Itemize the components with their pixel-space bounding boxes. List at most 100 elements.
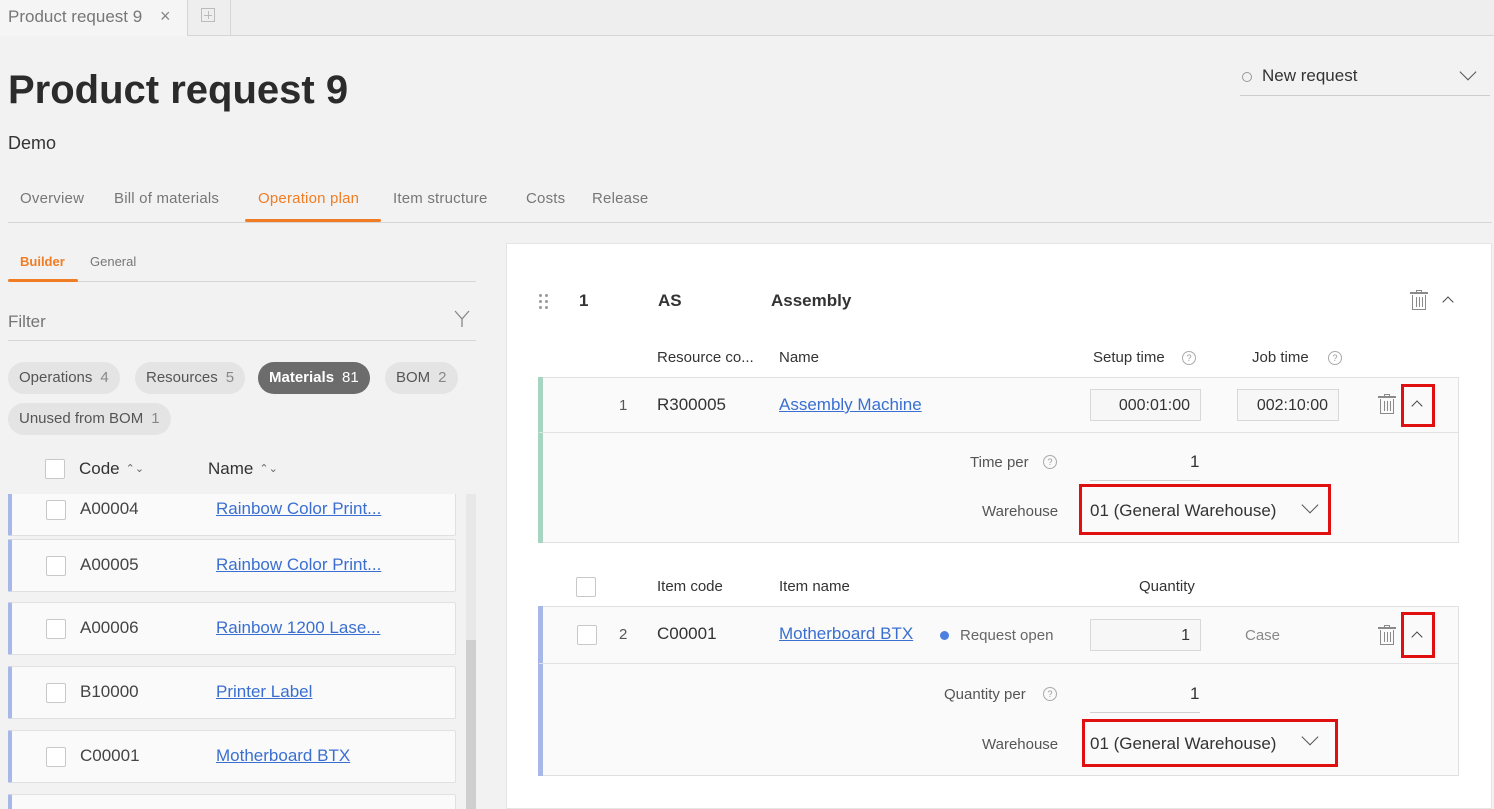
close-icon[interactable]: × xyxy=(160,6,171,27)
item-number: 2 xyxy=(619,626,628,643)
filter-icon[interactable] xyxy=(454,310,470,328)
page-subtitle: Demo xyxy=(8,133,57,153)
header-job-time: Job time xyxy=(1252,349,1309,366)
divider xyxy=(539,663,1458,664)
row-checkbox[interactable] xyxy=(46,500,66,520)
sub-tabs: Builder General xyxy=(8,245,476,282)
material-color-bar xyxy=(538,606,543,776)
chip-materials[interactable]: Materials 81 xyxy=(258,362,370,394)
tab-general[interactable]: General xyxy=(90,254,136,269)
list-item[interactable]: A00004 Rainbow Color Print... xyxy=(8,494,456,536)
list-item[interactable]: C00001 Motherboard BTX xyxy=(8,730,456,783)
unit-label: Case xyxy=(1245,627,1281,644)
quantity-per-underline xyxy=(1090,712,1200,713)
help-icon[interactable]: ? xyxy=(1043,687,1057,701)
chip-count: 4 xyxy=(100,369,109,386)
tab-release[interactable]: Release xyxy=(592,190,648,207)
resource-code: R300005 xyxy=(657,395,727,414)
browser-tab-title: Product request 9 xyxy=(8,7,143,26)
tab-bill-of-materials[interactable]: Bill of materials xyxy=(114,190,219,207)
select-all-items-checkbox[interactable] xyxy=(576,577,596,597)
chip-count: 81 xyxy=(342,369,359,386)
chip-resources[interactable]: Resources 5 xyxy=(135,362,246,394)
chip-count: 5 xyxy=(225,369,235,386)
row-checkbox[interactable] xyxy=(46,619,66,639)
column-header-name-label: Name xyxy=(208,459,254,478)
help-icon[interactable]: ? xyxy=(1182,351,1196,365)
tab-operation-plan[interactable]: Operation plan xyxy=(258,190,359,207)
list-item[interactable] xyxy=(8,794,456,809)
operation-card: 1 AS Assembly Resource co... Name Setup … xyxy=(506,243,1492,809)
chip-label: BOM xyxy=(396,369,431,386)
quantity-per-label: Quantity per xyxy=(944,686,1026,703)
item-code: B10000 xyxy=(80,682,139,701)
main-tabs: Overview Bill of materials Operation pla… xyxy=(8,178,1492,223)
tab-costs[interactable]: Costs xyxy=(526,190,565,207)
resource-name-link[interactable]: Assembly Machine xyxy=(779,395,922,415)
status-dropdown[interactable]: New request xyxy=(1240,60,1490,96)
tab-builder[interactable]: Builder xyxy=(20,254,65,269)
chip-count: 1 xyxy=(151,410,160,427)
highlight-box xyxy=(1401,612,1435,658)
time-per-label: Time per xyxy=(970,454,1029,471)
delete-item-trash-icon[interactable] xyxy=(1378,625,1396,645)
setup-time-input[interactable]: 000:01:00 xyxy=(1090,389,1201,421)
item-name-link[interactable]: Printer Label xyxy=(216,682,312,702)
item-name-link[interactable]: Rainbow Color Print... xyxy=(216,555,381,575)
header-setup-time: Setup time xyxy=(1093,349,1165,366)
item-name-link[interactable]: Motherboard BTX xyxy=(216,746,350,766)
filter-input[interactable] xyxy=(8,312,428,332)
collapse-operation-chevron-up-icon[interactable] xyxy=(1442,296,1454,308)
item-name-link[interactable]: Rainbow 1200 Lase... xyxy=(216,618,380,638)
header-item-code: Item code xyxy=(657,578,723,595)
time-per-value[interactable]: 1 xyxy=(1190,452,1199,472)
item-name-link[interactable]: Rainbow Color Print... xyxy=(216,499,381,519)
delete-resource-trash-icon[interactable] xyxy=(1378,394,1396,414)
divider xyxy=(539,432,1458,433)
row-checkbox[interactable] xyxy=(46,556,66,576)
header-resource-code: Resource co... xyxy=(657,349,754,366)
chip-label: Materials xyxy=(269,369,335,386)
status-label: New request xyxy=(1262,66,1358,85)
row-checkbox[interactable] xyxy=(46,683,66,703)
column-header-name[interactable]: Name ⌃⌄ xyxy=(208,459,278,479)
materials-list: A00004 Rainbow Color Print... A00005 Rai… xyxy=(0,494,478,809)
chip-label: Operations xyxy=(19,369,93,386)
list-item[interactable]: A00006 Rainbow 1200 Lase... xyxy=(8,602,456,655)
list-scrollbar-thumb[interactable] xyxy=(466,640,476,809)
job-time-input[interactable]: 002:10:00 xyxy=(1237,389,1339,421)
quantity-per-value[interactable]: 1 xyxy=(1190,684,1199,704)
status-circle-icon xyxy=(1242,72,1252,82)
item-name-link[interactable]: Motherboard BTX xyxy=(779,624,913,644)
delete-operation-trash-icon[interactable] xyxy=(1410,290,1428,310)
status-dot-icon xyxy=(940,631,949,640)
sort-icon: ⌃⌄ xyxy=(259,463,278,475)
item-checkbox[interactable] xyxy=(577,625,597,645)
tab-overview[interactable]: Overview xyxy=(20,190,84,207)
active-tab-underline xyxy=(245,219,381,222)
item-code: A00005 xyxy=(80,555,139,574)
active-subtab-underline xyxy=(8,279,78,282)
select-all-checkbox[interactable] xyxy=(45,459,65,479)
item-code: A00004 xyxy=(80,499,139,518)
chip-label: Unused from BOM xyxy=(19,410,144,427)
item-code: C00001 xyxy=(657,624,717,643)
column-header-code[interactable]: Code ⌃⌄ xyxy=(79,459,144,479)
page-title: Product request 9 xyxy=(8,68,349,112)
chip-unused-from-bom[interactable]: Unused from BOM 1 xyxy=(8,403,171,435)
list-item[interactable]: B10000 Printer Label xyxy=(8,666,456,719)
header-resource-name: Name xyxy=(779,349,820,366)
new-tab-button[interactable] xyxy=(189,0,231,36)
quantity-input[interactable]: 1 xyxy=(1090,619,1201,651)
item-code: C00001 xyxy=(80,746,140,765)
chip-bom[interactable]: BOM 2 xyxy=(385,362,458,394)
list-item[interactable]: A00005 Rainbow Color Print... xyxy=(8,539,456,592)
drag-handle-icon[interactable] xyxy=(539,294,549,310)
row-checkbox[interactable] xyxy=(46,747,66,767)
chip-operations[interactable]: Operations 4 xyxy=(8,362,120,394)
help-icon[interactable]: ? xyxy=(1328,351,1342,365)
help-icon[interactable]: ? xyxy=(1043,455,1057,469)
tab-item-structure[interactable]: Item structure xyxy=(393,190,488,207)
browser-tab[interactable]: Product request 9 × xyxy=(0,0,188,36)
resource-color-bar xyxy=(538,377,543,543)
